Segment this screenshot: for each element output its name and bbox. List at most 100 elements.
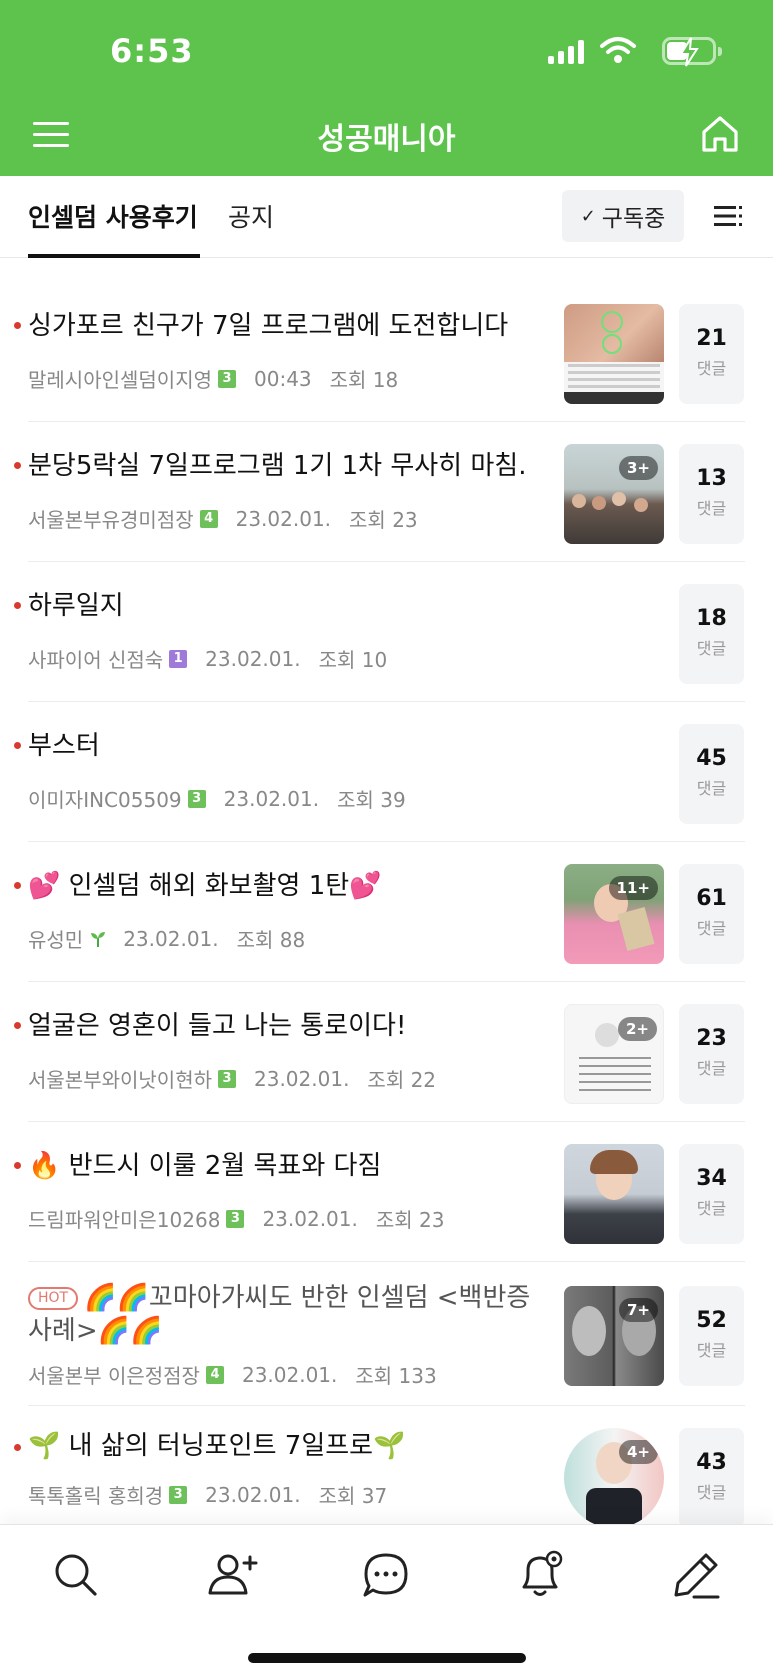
post-thumbnail[interactable]: 4+ bbox=[564, 1428, 664, 1524]
post-views: 조회 10 bbox=[318, 648, 388, 672]
comment-count-box[interactable]: 18 댓글 bbox=[679, 584, 744, 684]
board-tabs: 인셀덤 사용후기 공지 ✓ 구독중 bbox=[0, 176, 773, 258]
post-views: 조회 39 bbox=[337, 788, 406, 812]
member-level-badge: 1 bbox=[169, 649, 188, 668]
post-thumbnail[interactable]: 3+ bbox=[564, 444, 664, 544]
post-meta: 이미자INC05509 3 23.02.01. 조회 39 bbox=[28, 784, 406, 813]
unread-dot bbox=[14, 742, 21, 749]
post-author: 드림파워안미은10268 bbox=[28, 1208, 221, 1232]
post-title: 분당5락실 7일프로그램 1기 1차 무사히 마침. bbox=[28, 451, 527, 481]
post-item[interactable]: 하루일지 사파이어 신점숙 1 23.02.01. 조회 10 18 댓글 bbox=[0, 562, 773, 702]
member-level-badge: 3 bbox=[218, 1069, 236, 1088]
comment-count: 52 bbox=[696, 1308, 727, 1333]
add-friend-icon[interactable] bbox=[206, 1549, 258, 1601]
post-title: 부스터 bbox=[28, 731, 100, 761]
post-views: 조회 88 bbox=[236, 928, 306, 952]
post-views: 조회 133 bbox=[355, 1364, 437, 1388]
bottom-nav bbox=[0, 1524, 773, 1676]
unread-dot bbox=[14, 322, 21, 329]
comment-label: 댓글 bbox=[696, 499, 727, 518]
post-item[interactable]: 🔥 반드시 이룰 2월 목표와 다짐 드림파워안미은10268 3 23.02.… bbox=[0, 1122, 773, 1262]
member-level-badge: 3 bbox=[169, 1485, 188, 1504]
unread-dot bbox=[14, 1022, 21, 1029]
write-icon[interactable] bbox=[670, 1549, 722, 1601]
notification-settings-icon[interactable] bbox=[514, 1549, 566, 1601]
post-author: 톡톡홀릭 홍희경 bbox=[28, 1484, 164, 1508]
post-item[interactable]: 🌱 내 삶의 터닝포인트 7일프로🌱 톡톡홀릭 홍희경 3 23.02.01. … bbox=[0, 1406, 773, 1524]
post-views: 조회 37 bbox=[318, 1484, 388, 1508]
post-title: 하루일지 bbox=[28, 591, 124, 621]
comment-count-box[interactable]: 45 댓글 bbox=[679, 724, 744, 824]
comment-count: 23 bbox=[696, 1026, 727, 1051]
post-meta: 사파이어 신점숙 1 23.02.01. 조회 10 bbox=[28, 644, 387, 673]
post-date: 23.02.01. bbox=[241, 1362, 338, 1387]
post-date: 23.02.01. bbox=[254, 1066, 350, 1091]
hot-badge: HOT bbox=[28, 1286, 79, 1311]
sprout-icon bbox=[91, 931, 106, 947]
post-item[interactable]: HOT 🌈🌈꼬마아가씨도 반한 인셀덤 <백반증사례>🌈🌈 서울본부 이은정점장 … bbox=[0, 1262, 773, 1406]
member-level-badge: 3 bbox=[218, 369, 236, 388]
post-thumbnail[interactable] bbox=[564, 1144, 664, 1244]
tab-notice[interactable]: 공지 bbox=[228, 198, 274, 258]
home-icon[interactable] bbox=[698, 112, 742, 156]
wifi-icon bbox=[600, 37, 636, 63]
comment-label: 댓글 bbox=[696, 1059, 727, 1078]
comment-count: 43 bbox=[696, 1450, 727, 1475]
tab-review[interactable]: 인셀덤 사용후기 bbox=[28, 198, 200, 258]
post-title: 💕 인셀덤 해외 화보촬영 1탄💕 bbox=[28, 871, 382, 901]
member-level-badge: 3 bbox=[187, 789, 206, 808]
member-level-badge: 4 bbox=[199, 509, 218, 528]
comment-count-box[interactable]: 61 댓글 bbox=[679, 864, 744, 964]
post-meta: 유성민 23.02.01. 조회 88 bbox=[28, 924, 305, 953]
status-time: 6:53 bbox=[110, 32, 194, 70]
comment-label: 댓글 bbox=[696, 1341, 727, 1360]
post-date: 23.02.01. bbox=[223, 786, 320, 811]
photo-count-badge: 4+ bbox=[618, 1440, 658, 1464]
post-meta: 서울본부와이낫이현하 3 23.02.01. 조회 22 bbox=[28, 1064, 436, 1093]
post-title-block: HOT 🌈🌈꼬마아가씨도 반한 인셀덤 <백반증사례>🌈🌈 bbox=[28, 1282, 548, 1349]
post-thumbnail[interactable]: 11+ bbox=[564, 864, 664, 964]
photo-count-badge: 11+ bbox=[608, 876, 658, 900]
status-bar: 6:53 bbox=[0, 0, 773, 100]
comment-label: 댓글 bbox=[696, 919, 727, 938]
post-date: 23.02.01. bbox=[262, 1206, 358, 1231]
unread-dot bbox=[14, 602, 21, 609]
post-thumbnail[interactable] bbox=[564, 304, 664, 404]
comment-count-box[interactable]: 13 댓글 bbox=[679, 444, 744, 544]
post-date: 23.02.01. bbox=[123, 926, 219, 951]
post-item[interactable]: 분당5락실 7일프로그램 1기 1차 무사히 마침. 서울본부유경미점장 4 2… bbox=[0, 422, 773, 562]
photo-count-badge: 7+ bbox=[618, 1298, 658, 1322]
home-indicator bbox=[248, 1653, 526, 1663]
post-item[interactable]: 싱가포르 친구가 7일 프로그램에 도전합니다 말레시아인셀덤이지영 3 00:… bbox=[0, 282, 773, 422]
comment-count-box[interactable]: 52 댓글 bbox=[679, 1286, 744, 1386]
chat-icon[interactable] bbox=[360, 1549, 412, 1601]
comment-count: 34 bbox=[696, 1166, 727, 1191]
post-item[interactable]: 부스터 이미자INC05509 3 23.02.01. 조회 39 45 댓글 bbox=[0, 702, 773, 842]
comment-count: 61 bbox=[696, 886, 727, 911]
post-author: 유성민 bbox=[28, 928, 84, 952]
list-view-icon[interactable] bbox=[712, 200, 744, 232]
comment-count-box[interactable]: 21 댓글 bbox=[679, 304, 744, 404]
post-title: 🌈🌈꼬마아가씨도 반한 인셀덤 <백반증사례>🌈🌈 bbox=[28, 1283, 531, 1347]
post-title: 🌱 내 삶의 터닝포인트 7일프로🌱 bbox=[28, 1431, 406, 1461]
post-thumbnail[interactable]: 7+ bbox=[564, 1286, 664, 1386]
comment-count: 18 bbox=[696, 606, 727, 631]
subscribe-button[interactable]: ✓ 구독중 bbox=[562, 190, 684, 242]
comment-label: 댓글 bbox=[696, 779, 727, 798]
post-thumbnail[interactable]: 2+ bbox=[564, 1004, 664, 1104]
post-date: 23.02.01. bbox=[235, 506, 332, 531]
unread-dot bbox=[14, 882, 21, 889]
post-views: 조회 18 bbox=[329, 368, 399, 392]
signal-icon bbox=[548, 40, 584, 64]
post-item[interactable]: 💕 인셀덤 해외 화보촬영 1탄💕 유성민 23.02.01. 조회 88 11… bbox=[0, 842, 773, 982]
comment-count-box[interactable]: 43 댓글 bbox=[679, 1428, 744, 1524]
post-meta: 말레시아인셀덤이지영 3 00:43 조회 18 bbox=[28, 364, 398, 393]
post-item[interactable]: 얼굴은 영혼이 들고 나는 통로이다! 서울본부와이낫이현하 3 23.02.0… bbox=[0, 982, 773, 1122]
app-header-bar: 6:53 성공매니아 bbox=[0, 0, 773, 176]
comment-label: 댓글 bbox=[696, 639, 727, 658]
comment-count-box[interactable]: 34 댓글 bbox=[679, 1144, 744, 1244]
search-icon[interactable] bbox=[50, 1549, 102, 1601]
post-date: 23.02.01. bbox=[205, 646, 301, 671]
unread-dot bbox=[14, 1444, 21, 1451]
comment-count-box[interactable]: 23 댓글 bbox=[679, 1004, 744, 1104]
